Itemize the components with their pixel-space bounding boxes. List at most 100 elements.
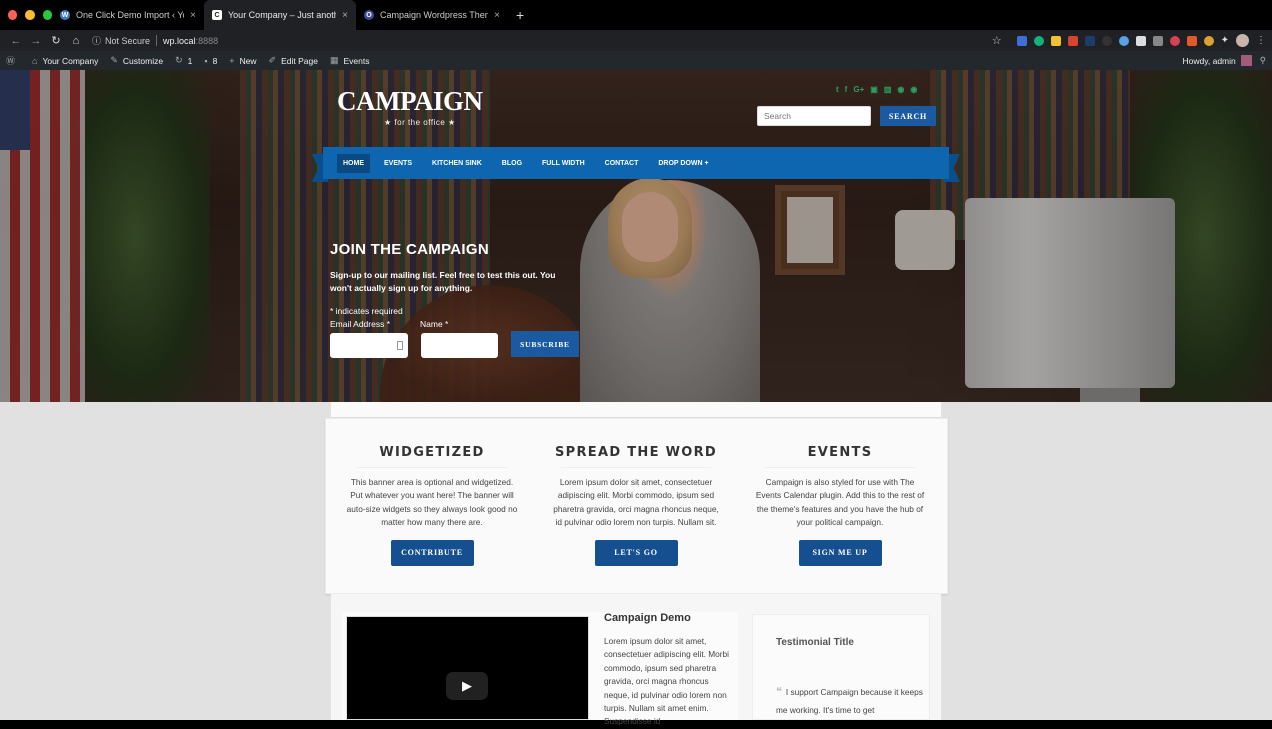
widget-text: Lorem ipsum dolor sit amet, consectetuer… [553,477,719,528]
info-icon[interactable]: ⓘ [92,34,101,47]
lets-go-button[interactable]: LET'S GO [594,539,678,566]
flickr-icon[interactable]: ▣ [870,85,878,94]
testimonial-text: I support Campaign because it keeps me w… [776,687,923,715]
search-input[interactable]: Search [757,106,871,126]
back-icon[interactable]: ← [6,35,26,47]
nav-item-blog[interactable]: BLOG [496,154,528,173]
howdy-admin-menu[interactable]: Howdy, admin [1183,56,1236,66]
new-tab-button[interactable]: + [516,7,524,23]
main-nav: HOME EVENTS KITCHEN SINK BLOG FULL WIDTH… [323,147,949,179]
window-controls [0,10,52,20]
pencil-icon: ✐ [268,55,277,65]
campaign-c-icon: C [212,10,222,20]
name-label: Name * [420,319,449,329]
google-plus-icon[interactable]: G+ [853,85,864,94]
close-tab-icon[interactable]: × [190,10,196,21]
demo-text: Lorem ipsum dolor sit amet, consectetuer… [604,636,729,727]
nav-item-contact[interactable]: CONTACT [599,154,645,173]
admin-avatar[interactable] [1240,55,1252,66]
address-bar-row: ← → ↻ ⌂ ⓘ Not Secure wp.local :8888 ☆ ✦ … [0,30,1272,51]
youtube-icon[interactable]: ▥ [884,85,892,94]
facebook-icon[interactable]: f [845,85,848,94]
extension-icon[interactable] [1203,35,1214,46]
email-label: Email Address * [330,319,390,329]
nav-item-kitchen-sink[interactable]: KITCHEN SINK [426,154,488,173]
video-player[interactable] [346,616,589,720]
testimonial-quote: ❝ I support Campaign because it keeps me … [776,683,926,719]
browser-tab-active[interactable]: C Your Company – Just another × [204,0,356,30]
bookmark-star-icon[interactable]: ☆ [992,34,1002,47]
wp-updates[interactable]: ↻ 1 [175,55,192,66]
extension-icon[interactable] [1135,35,1146,46]
nav-item-drop-down[interactable]: DROP DOWN + [652,154,714,173]
url-port: :8888 [195,35,219,46]
widget-events: EVENTS Campaign is also styled for use w… [740,419,940,566]
extension-icon[interactable] [1016,35,1027,46]
nav-item-home[interactable]: HOME [337,153,370,173]
testimonial-title: Testimonial Title [776,637,854,648]
maximize-window-button[interactable] [42,10,52,20]
contribute-button[interactable]: CONTRIBUTE [390,539,474,566]
extension-icon[interactable] [1186,35,1197,46]
close-tab-icon[interactable]: × [494,10,500,21]
forward-icon[interactable]: → [26,35,46,47]
site-logo[interactable]: CAMPAIGN [337,86,483,117]
react-devtools-icon[interactable] [1118,35,1129,46]
tab-title: One Click Demo Import ‹ Your [76,10,185,20]
home-icon[interactable]: ⌂ [66,35,86,47]
extension-icon[interactable] [1067,35,1078,46]
instagram-icon[interactable]: ◉ [897,85,904,94]
close-tab-icon[interactable]: × [342,10,348,21]
wp-admin-bar: Ⓦ ⌂ Your Company ✎ Customize ↻ 1 ▪ 8 + New ✐ E… [0,51,1272,70]
wp-events[interactable]: ▦ Events [330,55,370,66]
browser-tab[interactable]: W One Click Demo Import ‹ Your × [52,0,204,30]
extension-icon[interactable] [1050,35,1061,46]
comment-icon: ▪ [204,55,208,66]
wp-site-name[interactable]: ⌂ Your Company [32,56,98,66]
social-links: t f G+ ▣ ▥ ◉ ◉ [836,85,917,94]
extension-icon[interactable] [1152,35,1163,46]
rss-icon[interactable]: ◉ [910,85,917,94]
minimize-window-button[interactable] [25,10,35,20]
widget-title: EVENTS [807,445,873,460]
security-label: Not Secure [105,35,151,46]
close-window-button[interactable] [8,10,18,20]
wp-new[interactable]: + New [229,56,256,66]
autofill-key-icon[interactable] [397,341,403,350]
search-button[interactable]: SEARCH [880,106,936,126]
wp-comments[interactable]: ▪ 8 [204,56,217,66]
site-name-label: Your Company [42,55,99,66]
url-separator [156,35,158,46]
required-note: * indicates required [330,306,403,316]
grammarly-icon[interactable] [1033,35,1044,46]
widget-spread-the-word: SPREAD THE WORD Lorem ipsum dolor sit am… [536,419,736,566]
extension-icon[interactable] [1084,35,1095,46]
wp-customize[interactable]: ✎ Customize [110,55,163,66]
plus-icon: + [229,55,235,66]
play-icon[interactable]: ▶ [446,672,488,700]
sign-me-up-button[interactable]: SIGN ME UP [798,539,882,566]
browser-menu-icon[interactable]: ⋮ [1256,35,1266,46]
extension-icon[interactable] [1101,35,1112,46]
calendar-icon: ▦ [330,55,339,65]
wp-edit-page[interactable]: ✐ Edit Page [269,55,318,66]
search-icon[interactable]: ⚲ [1260,55,1266,66]
profile-avatar[interactable] [1236,34,1249,47]
email-field[interactable] [330,333,408,358]
nav-item-events[interactable]: EVENTS [378,154,418,173]
subscribe-button[interactable]: SUBSCRIBE [511,331,579,357]
extension-icon[interactable] [1169,35,1180,46]
twitter-icon[interactable]: t [836,85,839,94]
wp-logo-menu[interactable]: Ⓦ [6,54,20,67]
reload-icon[interactable]: ↻ [46,34,66,47]
nav-item-full-width[interactable]: FULL WIDTH [536,154,591,173]
updates-icon: ↻ [175,55,183,65]
widget-banner: WIDGETIZED This banner area is optional … [325,418,948,594]
wordpress-icon: W [60,10,70,20]
new-label: New [239,55,257,66]
extensions-puzzle-icon[interactable]: ✦ [1221,35,1229,46]
name-field[interactable] [421,333,498,358]
browser-tab[interactable]: O Campaign Wordpress Theme × [356,0,508,30]
url-field[interactable]: ⓘ Not Secure wp.local :8888 [92,34,992,47]
home-icon: ⌂ [32,55,38,66]
